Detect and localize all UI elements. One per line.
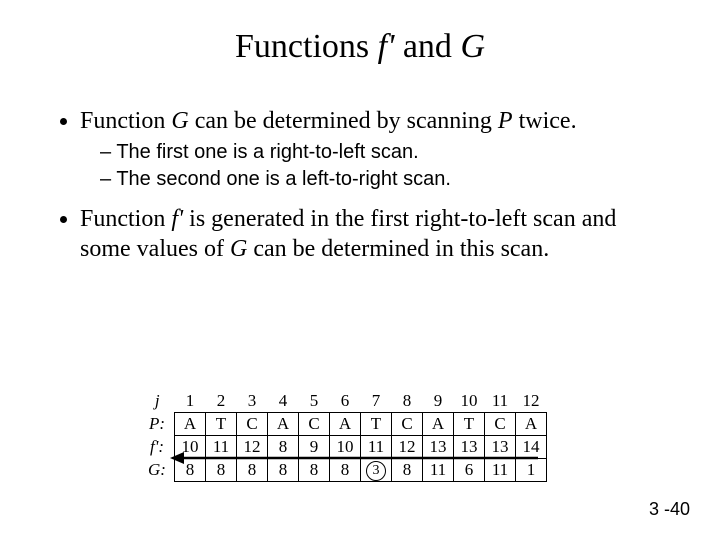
bullet-list: Function G can be determined by scanning… bbox=[50, 106, 670, 264]
label-G: G: bbox=[140, 459, 175, 482]
P-9: A bbox=[423, 413, 454, 436]
b1-mid: can be determined by scanning bbox=[189, 108, 498, 134]
title-word-2: and bbox=[394, 28, 460, 65]
P-7: T bbox=[361, 413, 392, 436]
slide-body: Function G can be determined by scanning… bbox=[0, 76, 720, 264]
sub-bullet-1: The first one is a right-to-left scan. bbox=[100, 140, 670, 165]
P-5: C bbox=[299, 413, 330, 436]
data-table: j 1 2 3 4 5 6 7 8 9 10 11 12 P: A T C A … bbox=[140, 390, 547, 482]
j-11: 11 bbox=[485, 390, 516, 413]
fp-11: 13 bbox=[485, 436, 516, 459]
fp-2: 11 bbox=[206, 436, 237, 459]
P-10: T bbox=[454, 413, 485, 436]
G-10: 6 bbox=[454, 459, 485, 482]
G-6: 8 bbox=[330, 459, 361, 482]
fp-10: 13 bbox=[454, 436, 485, 459]
P-2: T bbox=[206, 413, 237, 436]
row-P: P: A T C A C A T C A T C A bbox=[140, 413, 547, 436]
j-3: 3 bbox=[237, 390, 268, 413]
b1-G: G bbox=[171, 108, 188, 134]
bullet-1: Function G can be determined by scanning… bbox=[80, 106, 670, 192]
G-12: 1 bbox=[516, 459, 547, 482]
j-6: 6 bbox=[330, 390, 361, 413]
slide: Functions f' and G Function G can be det… bbox=[0, 0, 720, 540]
slide-title: Functions f' and G bbox=[0, 0, 720, 76]
fp-6: 10 bbox=[330, 436, 361, 459]
j-1: 1 bbox=[175, 390, 206, 413]
figure: j 1 2 3 4 5 6 7 8 9 10 11 12 P: A T C A … bbox=[140, 390, 580, 482]
fp-3: 12 bbox=[237, 436, 268, 459]
G-9: 11 bbox=[423, 459, 454, 482]
sub-bullet-2: The second one is a left-to-right scan. bbox=[100, 167, 670, 192]
b2-pre: Function bbox=[80, 206, 171, 232]
fp-4: 8 bbox=[268, 436, 299, 459]
P-12: A bbox=[516, 413, 547, 436]
P-6: A bbox=[330, 413, 361, 436]
row-G: G: 8 8 8 8 8 8 3 8 11 6 11 1 bbox=[140, 459, 547, 482]
bullet-2: Function f' is generated in the first ri… bbox=[80, 204, 670, 264]
b1-post: twice. bbox=[513, 108, 577, 134]
label-fprime: f': bbox=[140, 436, 175, 459]
j-5: 5 bbox=[299, 390, 330, 413]
row-fprime: f': 10 11 12 8 9 10 11 12 13 13 13 14 bbox=[140, 436, 547, 459]
P-1: A bbox=[175, 413, 206, 436]
P-4: A bbox=[268, 413, 299, 436]
b1-pre: Function bbox=[80, 108, 171, 134]
fp-1: 10 bbox=[175, 436, 206, 459]
title-word-1: Functions bbox=[235, 28, 378, 65]
j-7: 7 bbox=[361, 390, 392, 413]
fp-8: 12 bbox=[392, 436, 423, 459]
G-2: 8 bbox=[206, 459, 237, 482]
fp-5: 9 bbox=[299, 436, 330, 459]
fp-9: 13 bbox=[423, 436, 454, 459]
G-1: 8 bbox=[175, 459, 206, 482]
j-9: 9 bbox=[423, 390, 454, 413]
label-P: P: bbox=[140, 413, 175, 436]
P-8: C bbox=[392, 413, 423, 436]
G-7-circled: 3 bbox=[366, 461, 386, 481]
slide-number: 3 -40 bbox=[649, 499, 690, 520]
G-11: 11 bbox=[485, 459, 516, 482]
b2-G: G bbox=[230, 236, 247, 262]
b2-post: can be determined in this scan. bbox=[247, 236, 549, 262]
b2-f: f' bbox=[171, 206, 183, 232]
j-10: 10 bbox=[454, 390, 485, 413]
P-3: C bbox=[237, 413, 268, 436]
j-4: 4 bbox=[268, 390, 299, 413]
j-2: 2 bbox=[206, 390, 237, 413]
b1-P: P bbox=[498, 108, 513, 134]
G-4: 8 bbox=[268, 459, 299, 482]
P-11: C bbox=[485, 413, 516, 436]
G-8: 8 bbox=[392, 459, 423, 482]
sub-bullet-list: The first one is a right-to-left scan. T… bbox=[80, 140, 670, 192]
row-j: j 1 2 3 4 5 6 7 8 9 10 11 12 bbox=[140, 390, 547, 413]
G-7: 3 bbox=[361, 459, 392, 482]
title-fprime: f' bbox=[378, 28, 395, 65]
title-G: G bbox=[460, 28, 485, 65]
G-5: 8 bbox=[299, 459, 330, 482]
label-j: j bbox=[140, 390, 175, 413]
G-3: 8 bbox=[237, 459, 268, 482]
j-8: 8 bbox=[392, 390, 423, 413]
fp-7: 11 bbox=[361, 436, 392, 459]
fp-12: 14 bbox=[516, 436, 547, 459]
j-12: 12 bbox=[516, 390, 547, 413]
